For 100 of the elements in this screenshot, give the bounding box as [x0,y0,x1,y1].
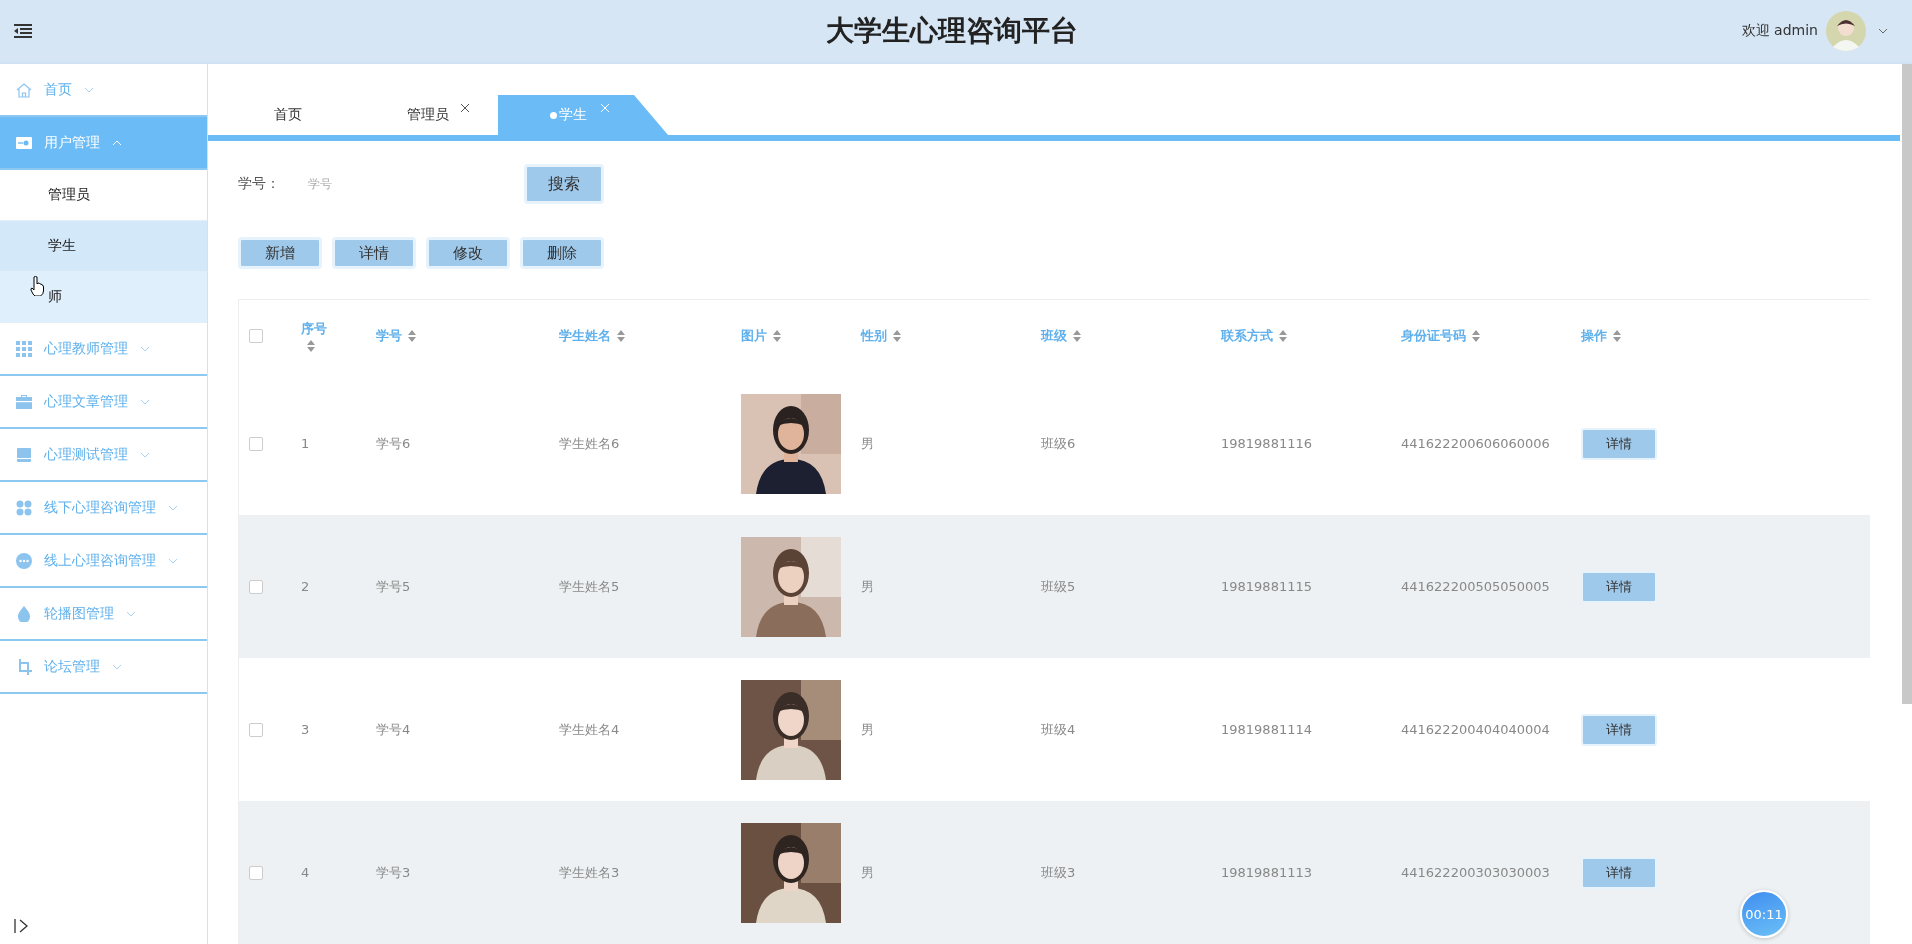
table-cell: 学生姓名6 [559,434,620,453]
table-cell: 学号4 [376,720,411,739]
chevron-down-icon[interactable] [1878,28,1888,34]
search-button[interactable]: 搜索 [524,164,604,204]
site-title: 大学生心理咨询平台 [825,13,1078,49]
table-cell: 学生姓名4 [559,720,620,739]
chevron-down-icon [126,610,136,617]
details-button[interactable]: 详情 [1581,427,1657,460]
action-button[interactable]: 新增 [238,237,322,269]
sidebar-submenu-item[interactable]: 师 [0,272,207,323]
chevron-down-icon [140,398,150,405]
sidebar-menu-item[interactable]: 轮播图管理 [0,588,207,641]
table-cell: 4 [301,865,310,880]
sidebar-menu-item[interactable]: 论坛管理 [0,641,207,694]
sort-icon[interactable] [408,330,416,342]
crop-icon [16,658,32,675]
details-button[interactable]: 详情 [1581,570,1657,603]
avatar[interactable] [1826,11,1866,51]
scrollbar[interactable] [1902,64,1912,704]
table-cell: 1 [301,436,310,451]
table-cell: 班级6 [1041,434,1076,453]
chevron-up-icon [112,139,122,146]
table-cell: 19819881113 [1221,865,1312,880]
table-cell: 441622200404040004 [1401,722,1550,737]
table-cell: 男 [861,863,874,882]
column-header[interactable]: 身份证号码 [1401,327,1466,345]
close-icon[interactable] [460,103,470,113]
hand-cursor-icon [30,276,44,296]
table-cell: 男 [861,577,874,596]
tab[interactable]: 首页 [218,95,358,135]
table-cell: 班级3 [1041,863,1076,882]
tab[interactable]: 管理员 [358,95,498,135]
sidebar-menu-item[interactable]: 线下心理咨询管理 [0,482,207,535]
table-cell: 学生姓名5 [559,577,620,596]
menu-icon[interactable] [14,24,32,38]
sort-icon[interactable] [1613,330,1621,342]
table-cell: 19819881116 [1221,436,1312,451]
action-button[interactable]: 详情 [332,237,416,269]
table-cell: 441622200505050005 [1401,579,1550,594]
table-cell: 学生姓名3 [559,863,620,882]
sort-icon[interactable] [1279,330,1287,342]
details-button[interactable]: 详情 [1581,856,1657,889]
sort-icon[interactable] [1472,330,1480,342]
action-button[interactable]: 修改 [426,237,510,269]
grid-icon [16,340,32,357]
home-icon [16,81,32,98]
chat-icon [16,552,32,569]
table-cell: 班级5 [1041,577,1076,596]
tab[interactable]: 学生 [498,95,668,135]
table-cell: 学号5 [376,577,411,596]
column-header[interactable]: 联系方式 [1221,327,1273,345]
sidebar-menu-item[interactable]: 心理文章管理 [0,376,207,429]
search-label: 学号： [238,175,281,193]
sort-icon[interactable] [893,330,901,342]
table-cell: 3 [301,722,310,737]
sidebar-menu-item[interactable]: 心理教师管理 [0,323,207,376]
chevron-down-icon [140,451,150,458]
row-checkbox[interactable] [249,865,263,880]
drive-icon [16,446,32,463]
table-cell: 19819881115 [1221,579,1312,594]
row-checkbox[interactable] [249,722,263,737]
column-header[interactable]: 学号 [376,327,402,345]
drop-icon [16,605,32,622]
column-header[interactable]: 学生姓名 [559,327,611,345]
details-button[interactable]: 详情 [1581,713,1657,746]
sidebar-submenu-item[interactable]: 学生 [0,221,207,272]
table-cell: 2 [301,579,310,594]
row-checkbox[interactable] [249,579,263,594]
chevron-down-icon [112,663,122,670]
chevron-down-icon [168,504,178,511]
expand-sidebar-icon[interactable] [14,918,28,934]
column-header[interactable]: 序号 [301,320,327,338]
dot-icon [549,111,557,119]
sidebar-menu-item[interactable]: 心理测试管理 [0,429,207,482]
sort-icon[interactable] [617,330,625,342]
column-header[interactable]: 图片 [741,327,767,345]
sidebar-menu-item[interactable]: 用户管理 [0,117,207,170]
clover-icon [16,499,32,516]
sort-icon[interactable] [307,340,315,352]
table-cell: 男 [861,434,874,453]
action-button[interactable]: 删除 [520,237,604,269]
chevron-down-icon [140,345,150,352]
card-icon [16,134,32,151]
select-all-checkbox[interactable] [249,329,263,343]
chevron-down-icon [168,557,178,564]
column-header[interactable]: 班级 [1041,327,1067,345]
sort-icon[interactable] [773,330,781,342]
table-cell: 学号6 [376,434,411,453]
bag-icon [16,393,32,410]
table-cell: 班级4 [1041,720,1076,739]
table-cell: 学号3 [376,863,411,882]
welcome-text: 欢迎 admin [1741,22,1818,40]
sidebar-menu-item[interactable]: 线上心理咨询管理 [0,535,207,588]
table-cell: 19819881114 [1221,722,1312,737]
table-cell: 男 [861,720,874,739]
table-cell: 441622200303030003 [1401,865,1550,880]
column-header[interactable]: 性别 [861,327,887,345]
row-checkbox[interactable] [249,436,263,451]
column-header[interactable]: 操作 [1581,327,1607,345]
sort-icon[interactable] [1073,330,1081,342]
